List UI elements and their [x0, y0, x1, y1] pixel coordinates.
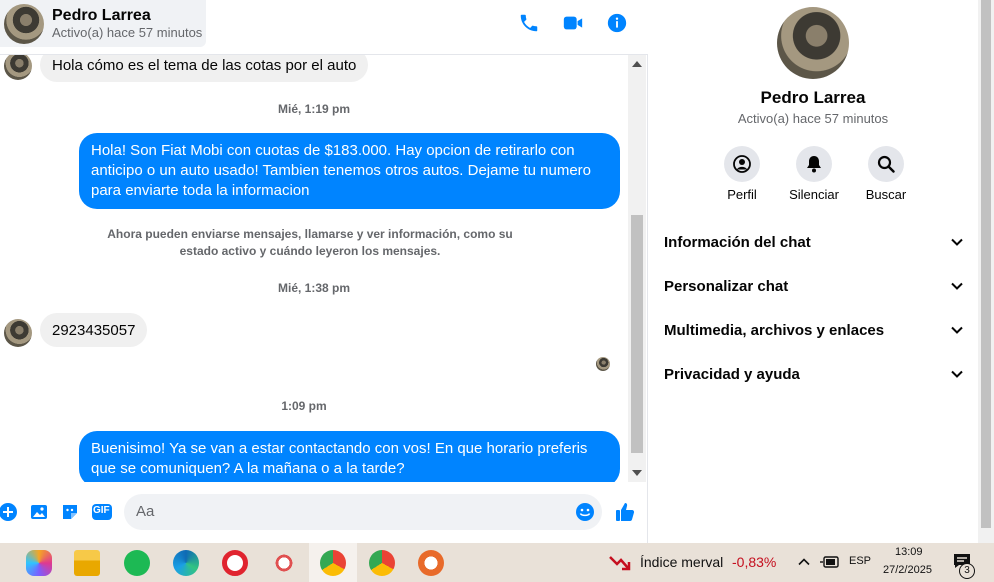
video-call-icon[interactable]: [562, 12, 584, 34]
message-list[interactable]: Hola cómo es el tema de las cotas por el…: [0, 55, 628, 482]
search-button[interactable]: Buscar: [850, 146, 922, 202]
chevron-down-icon: [951, 326, 963, 334]
clock-time[interactable]: 13:09: [895, 546, 923, 558]
message-incoming[interactable]: 2923435057: [40, 313, 148, 347]
app-icon[interactable]: [418, 550, 444, 576]
messenger-window: Pedro Larrea Activo(a) hace 57 minutos H…: [0, 0, 994, 543]
conversation-info-panel: Pedro Larrea Activo(a) hace 57 minutos P…: [648, 0, 978, 543]
search-label: Buscar: [865, 187, 907, 202]
avatar[interactable]: [4, 3, 44, 44]
message-scrollbar[interactable]: [628, 55, 646, 482]
plus-icon[interactable]: [0, 502, 18, 522]
window-scrollbar[interactable]: [978, 0, 994, 543]
file-explorer-icon[interactable]: [74, 550, 100, 576]
chevron-up-icon[interactable]: [797, 555, 811, 569]
message-input[interactable]: Aa: [124, 494, 602, 530]
mute-button[interactable]: Silenciar: [778, 146, 850, 202]
profile-button[interactable]: Perfil: [706, 146, 778, 202]
info-icon[interactable]: [606, 12, 628, 34]
section-label: Personalizar chat: [664, 277, 789, 295]
notification-badge: 3: [959, 563, 975, 579]
spotify-icon[interactable]: [124, 550, 150, 576]
section-label: Privacidad y ayuda: [664, 365, 800, 383]
profile-label: Perfil: [727, 187, 757, 202]
battery-icon[interactable]: [820, 555, 840, 569]
scroll-thumb[interactable]: [631, 215, 643, 453]
bell-icon: [807, 156, 821, 173]
chat-panel: Pedro Larrea Activo(a) hace 57 minutos H…: [0, 0, 648, 543]
info-contact-name: Pedro Larrea: [760, 88, 866, 107]
clock-date[interactable]: 27/2/2025: [883, 564, 932, 576]
system-notice: Ahora pueden enviarse mensajes, llamarse…: [107, 227, 513, 258]
chevron-down-icon: [951, 238, 963, 246]
avatar: [4, 319, 32, 347]
scroll-thumb[interactable]: [981, 0, 991, 528]
scroll-up-arrow[interactable]: [632, 61, 642, 67]
timestamp: Mié, 1:38 pm: [277, 281, 351, 295]
chrome-icon[interactable]: [320, 550, 346, 576]
image-icon[interactable]: [29, 502, 49, 522]
section-label: Multimedia, archivos y enlaces: [664, 321, 885, 339]
stock-name[interactable]: Índice merval: [640, 554, 723, 570]
contact-name: Pedro Larrea: [52, 7, 151, 24]
chevron-down-icon: [951, 282, 963, 290]
section-customize-chat[interactable]: Personalizar chat: [664, 264, 964, 308]
message-outgoing[interactable]: Buenisimo! Ya se van a estar contactando…: [79, 431, 620, 482]
section-chat-info[interactable]: Información del chat: [664, 220, 964, 264]
composer: GIF Aa: [0, 488, 648, 536]
contact-status: Activo(a) hace 57 minutos: [52, 25, 203, 40]
section-privacy-help[interactable]: Privacidad y ayuda: [664, 352, 964, 396]
chat-header: Pedro Larrea Activo(a) hace 57 minutos: [0, 0, 648, 55]
language-indicator[interactable]: ESP: [849, 555, 871, 567]
chevron-down-icon: [951, 370, 963, 378]
gif-icon[interactable]: GIF: [91, 502, 113, 522]
chrome-profile-icon[interactable]: [369, 550, 395, 576]
stock-change: -0,83%: [732, 554, 777, 570]
section-media-files-links[interactable]: Multimedia, archivos y enlaces: [664, 308, 964, 352]
read-receipt-avatar: [596, 357, 610, 371]
contact-header-button[interactable]: Pedro Larrea Activo(a) hace 57 minutos: [0, 0, 206, 47]
message-input-placeholder: Aa: [136, 503, 155, 520]
section-label: Información del chat: [664, 233, 811, 251]
timestamp: 1:09 pm: [281, 399, 327, 413]
message-incoming[interactable]: Hola cómo es el tema de las cotas por el…: [40, 55, 369, 82]
phone-icon[interactable]: [518, 12, 540, 34]
info-contact-status: Activo(a) hace 57 minutos: [737, 111, 889, 126]
copilot-icon[interactable]: [26, 550, 52, 576]
edge-icon[interactable]: [173, 550, 199, 576]
stock-down-icon: [609, 556, 631, 571]
profile-icon: [733, 155, 751, 173]
avatar: [4, 55, 32, 80]
search-icon: [877, 155, 895, 173]
sticker-icon[interactable]: [60, 502, 80, 522]
message-outgoing[interactable]: Hola! Son Fiat Mobi con cuotas de $183.0…: [79, 133, 620, 209]
scroll-down-arrow[interactable]: [632, 470, 642, 476]
snipping-tool-icon[interactable]: [271, 550, 297, 576]
opera-icon[interactable]: [222, 550, 248, 576]
avatar[interactable]: [777, 7, 849, 79]
taskbar: Índice merval -0,83% ESP 13:09 27/2/2025…: [0, 543, 994, 582]
like-icon[interactable]: [614, 501, 636, 523]
timestamp: Mié, 1:19 pm: [277, 102, 351, 116]
gif-label: GIF: [93, 505, 110, 516]
mute-label: Silenciar: [789, 187, 839, 202]
emoji-icon[interactable]: [575, 502, 595, 522]
